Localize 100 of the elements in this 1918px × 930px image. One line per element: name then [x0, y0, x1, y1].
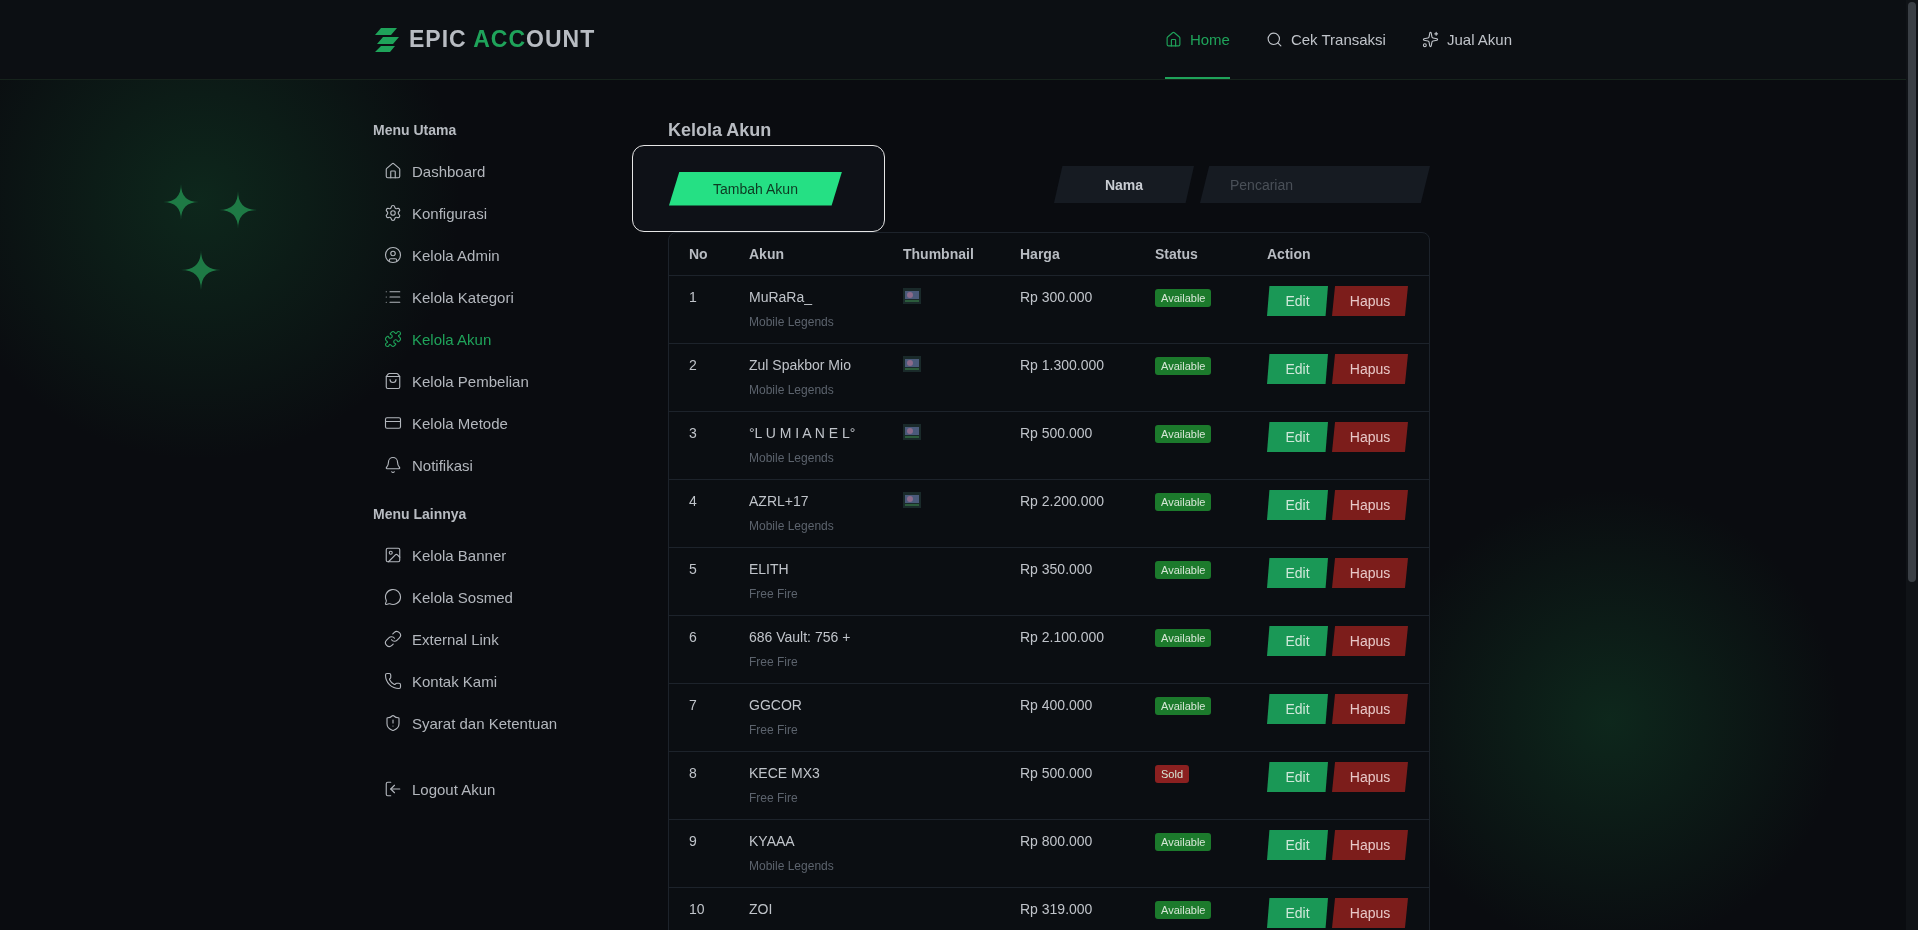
sidebar-item[interactable]: External Link: [373, 618, 593, 660]
game-name: Mobile Legends: [749, 315, 835, 329]
account-name: KYAAA: [749, 832, 796, 850]
price: Rp 300.000: [1020, 288, 1094, 306]
price: Rp 400.000: [1020, 696, 1094, 714]
sparkles-icon: [1421, 31, 1439, 48]
game-name: Free Fire: [749, 655, 799, 669]
delete-button[interactable]: Hapus: [1332, 490, 1408, 520]
door-arrow-icon: [384, 780, 402, 798]
price: Rp 2.200.000: [1020, 492, 1106, 510]
chat-icon: [384, 588, 402, 606]
sidebar-item[interactable]: Kelola Pembelian: [373, 360, 593, 402]
price: Rp 500.000: [1020, 764, 1094, 782]
game-name: Mobile Legends: [749, 859, 835, 873]
row-number: 6: [689, 628, 698, 646]
status-badge: Available: [1155, 357, 1212, 375]
delete-button[interactable]: Hapus: [1332, 898, 1408, 928]
account-name: 686 Vault: 756 +: [749, 628, 852, 646]
account-name: MuRaRa_: [749, 288, 814, 306]
list-icon: [384, 288, 402, 306]
delete-button[interactable]: Hapus: [1332, 830, 1408, 860]
column-header: Thumbnail: [903, 246, 975, 262]
account-name: ZOI: [749, 900, 774, 918]
sidebar-item[interactable]: Kelola Akun: [373, 318, 593, 360]
nav-link[interactable]: Home: [1164, 0, 1230, 79]
delete-button[interactable]: Hapus: [1332, 762, 1408, 792]
sidebar-item[interactable]: Konfigurasi: [373, 192, 593, 234]
status-badge: Available: [1155, 629, 1212, 647]
status-badge: Available: [1155, 289, 1212, 307]
account-name: GGCOR: [749, 696, 803, 714]
column-header: Action: [1267, 246, 1312, 262]
account-name: ELITH: [749, 560, 790, 578]
delete-button[interactable]: Hapus: [1332, 354, 1408, 384]
account-name: KECE MX3: [749, 764, 821, 782]
sidebar-item[interactable]: Kontak Kami: [373, 660, 593, 702]
sidebar-item[interactable]: Syarat dan Ketentuan: [373, 702, 593, 744]
row-number: 1: [689, 288, 698, 306]
status-badge: Available: [1155, 833, 1212, 851]
card-icon: [384, 414, 402, 432]
puzzle-icon: [384, 330, 402, 348]
status-badge: Available: [1155, 901, 1212, 919]
delete-button[interactable]: Hapus: [1332, 694, 1408, 724]
nav-link[interactable]: Jual Akun: [1421, 0, 1512, 79]
page-title: Kelola Akun: [668, 120, 773, 141]
phone-icon: [384, 672, 402, 690]
sidebar-item[interactable]: Kelola Kategori: [373, 276, 593, 318]
search-icon: [1265, 31, 1283, 48]
filter-dropdown[interactable]: Nama: [1054, 166, 1194, 203]
row-number: 9: [689, 832, 698, 850]
scrollbar[interactable]: [1906, 0, 1918, 930]
house-icon: [1164, 31, 1182, 48]
add-account-button[interactable]: Tambah Akun: [669, 171, 842, 206]
price: Rp 350.000: [1020, 560, 1094, 578]
column-header: Akun: [749, 246, 785, 262]
delete-button[interactable]: Hapus: [1332, 422, 1408, 452]
bag-icon: [384, 372, 402, 390]
game-name: Mobile Legends: [749, 383, 835, 397]
sidebar-item[interactable]: Kelola Banner: [373, 534, 593, 576]
image-icon: [384, 546, 402, 564]
game-name: Free Fire: [749, 723, 799, 737]
status-badge: Available: [1155, 493, 1212, 511]
status-badge: Available: [1155, 697, 1212, 715]
sidebar-item[interactable]: Kelola Admin: [373, 234, 593, 276]
settings-icon: [384, 204, 402, 222]
account-name: Zul Spakbor Mio: [749, 356, 852, 374]
house-icon: [384, 162, 402, 180]
account-name: AZRL+17: [749, 492, 810, 510]
row-number: 8: [689, 764, 698, 782]
delete-button[interactable]: Hapus: [1332, 558, 1408, 588]
logout-link[interactable]: Logout Akun: [373, 768, 593, 810]
status-badge: Sold: [1155, 765, 1190, 783]
nav-link[interactable]: Cek Transaksi: [1265, 0, 1386, 79]
delete-button[interactable]: Hapus: [1332, 626, 1408, 656]
account-name: °L U M I A N E L°: [749, 424, 857, 442]
row-number: 2: [689, 356, 698, 374]
sidebar-item[interactable]: Dashboard: [373, 150, 593, 192]
section-title: Menu Utama: [373, 122, 458, 138]
game-name: Free Fire: [749, 791, 799, 805]
row-number: 5: [689, 560, 698, 578]
row-number: 10: [689, 900, 706, 918]
game-name: Free Fire: [749, 587, 799, 601]
row-number: 7: [689, 696, 698, 714]
price: Rp 500.000: [1020, 424, 1094, 442]
scrollbar-thumb[interactable]: [1908, 2, 1916, 582]
game-name: Mobile Legends: [749, 451, 835, 465]
sidebar-item[interactable]: Kelola Sosmed: [373, 576, 593, 618]
column-header: Status: [1155, 246, 1199, 262]
bell-icon: [384, 456, 402, 474]
row-number: 4: [689, 492, 698, 510]
sidebar-item[interactable]: Kelola Metode: [373, 402, 593, 444]
price: Rp 319.000: [1020, 900, 1094, 918]
status-badge: Available: [1155, 561, 1212, 579]
game-name: Mobile Legends: [749, 519, 835, 533]
shield-icon: [384, 714, 402, 732]
price: Rp 2.100.000: [1020, 628, 1106, 646]
section-title: Menu Lainnya: [373, 506, 468, 522]
delete-button[interactable]: Hapus: [1332, 286, 1408, 316]
row-number: 3: [689, 424, 698, 442]
logo-icon: [373, 25, 401, 54]
sidebar-item[interactable]: Notifikasi: [373, 444, 593, 486]
